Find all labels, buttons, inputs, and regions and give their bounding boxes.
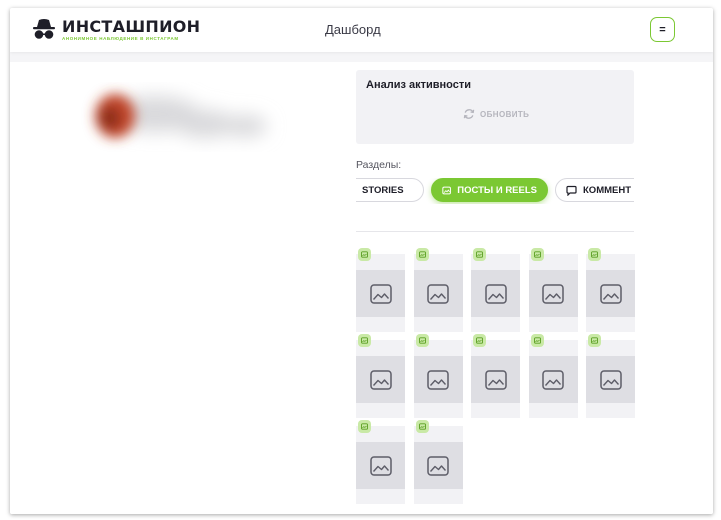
post-card[interactable] — [586, 248, 635, 332]
post-card[interactable] — [413, 334, 463, 418]
image-placeholder-icon — [528, 356, 578, 403]
image-icon — [473, 248, 486, 261]
image-icon — [530, 334, 544, 347]
spy-icon — [33, 19, 55, 39]
post-card[interactable] — [471, 248, 520, 332]
tab-stories-label: STORIES — [362, 184, 404, 196]
top-header: ИНСТАШПИОН анонимное наблюдение в инстаг… — [10, 8, 713, 52]
image-placeholder-icon — [413, 356, 463, 403]
image-placeholder-icon — [471, 356, 520, 403]
image-icon — [415, 334, 429, 347]
image-icon — [415, 420, 429, 433]
profile-avatar-blurred — [95, 94, 267, 138]
content-panel: Анализ активности ОБНОВИТЬ Разделы: STOR… — [343, 62, 713, 514]
image-icon — [442, 186, 451, 194]
tab-posts-label: ПОСТЫ И REELS — [457, 184, 537, 196]
post-card[interactable] — [528, 334, 578, 418]
image-placeholder-icon — [586, 270, 635, 317]
section-tabs: STORIES ПОСТЫ И REELS КОММЕНТ — [356, 178, 634, 204]
image-placeholder-icon — [356, 442, 405, 489]
image-icon — [588, 248, 601, 261]
image-icon — [358, 420, 371, 433]
post-card[interactable] — [356, 334, 405, 418]
post-card[interactable] — [413, 420, 463, 504]
page-title: Дашборд — [325, 22, 381, 37]
tab-posts-reels[interactable]: ПОСТЫ И REELS — [431, 178, 548, 202]
post-card[interactable] — [356, 420, 405, 504]
refresh-button[interactable]: ОБНОВИТЬ — [463, 108, 529, 120]
tab-comments-label: КОММЕНТ — [583, 184, 632, 196]
refresh-label: ОБНОВИТЬ — [480, 109, 530, 119]
image-icon — [588, 334, 601, 347]
image-placeholder-icon — [528, 270, 578, 317]
image-placeholder-icon — [356, 356, 405, 403]
image-placeholder-icon — [471, 270, 520, 317]
post-card[interactable] — [413, 248, 463, 332]
image-placeholder-icon — [413, 270, 463, 317]
image-icon — [415, 248, 429, 261]
image-placeholder-icon — [586, 356, 635, 403]
tab-comments[interactable]: КОММЕНТ — [555, 178, 634, 202]
tab-stories[interactable]: STORIES — [356, 178, 424, 202]
post-card[interactable] — [471, 334, 520, 418]
image-placeholder-icon — [413, 442, 463, 489]
sections-label: Разделы: — [356, 159, 402, 171]
divider — [356, 231, 634, 232]
image-icon — [530, 248, 544, 261]
logo[interactable]: ИНСТАШПИОН анонимное наблюдение в инстаг… — [32, 18, 200, 44]
menu-button[interactable]: = — [650, 17, 675, 42]
image-icon — [358, 248, 371, 261]
app-window: ИНСТАШПИОН анонимное наблюдение в инстаг… — [10, 8, 713, 514]
post-card[interactable] — [586, 334, 635, 418]
activity-card: Анализ активности ОБНОВИТЬ — [356, 70, 634, 144]
post-card[interactable] — [528, 248, 578, 332]
refresh-icon — [463, 109, 475, 119]
image-icon — [473, 334, 486, 347]
image-icon — [358, 334, 371, 347]
posts-grid — [356, 248, 646, 514]
post-card[interactable] — [356, 248, 405, 332]
logo-tagline: анонимное наблюдение в инстаграм — [62, 36, 179, 41]
image-placeholder-icon — [356, 270, 405, 317]
activity-title: Анализ активности — [366, 79, 471, 91]
comment-icon — [566, 185, 577, 196]
profile-panel — [10, 62, 343, 514]
logo-name: ИНСТАШПИОН — [62, 17, 201, 36]
